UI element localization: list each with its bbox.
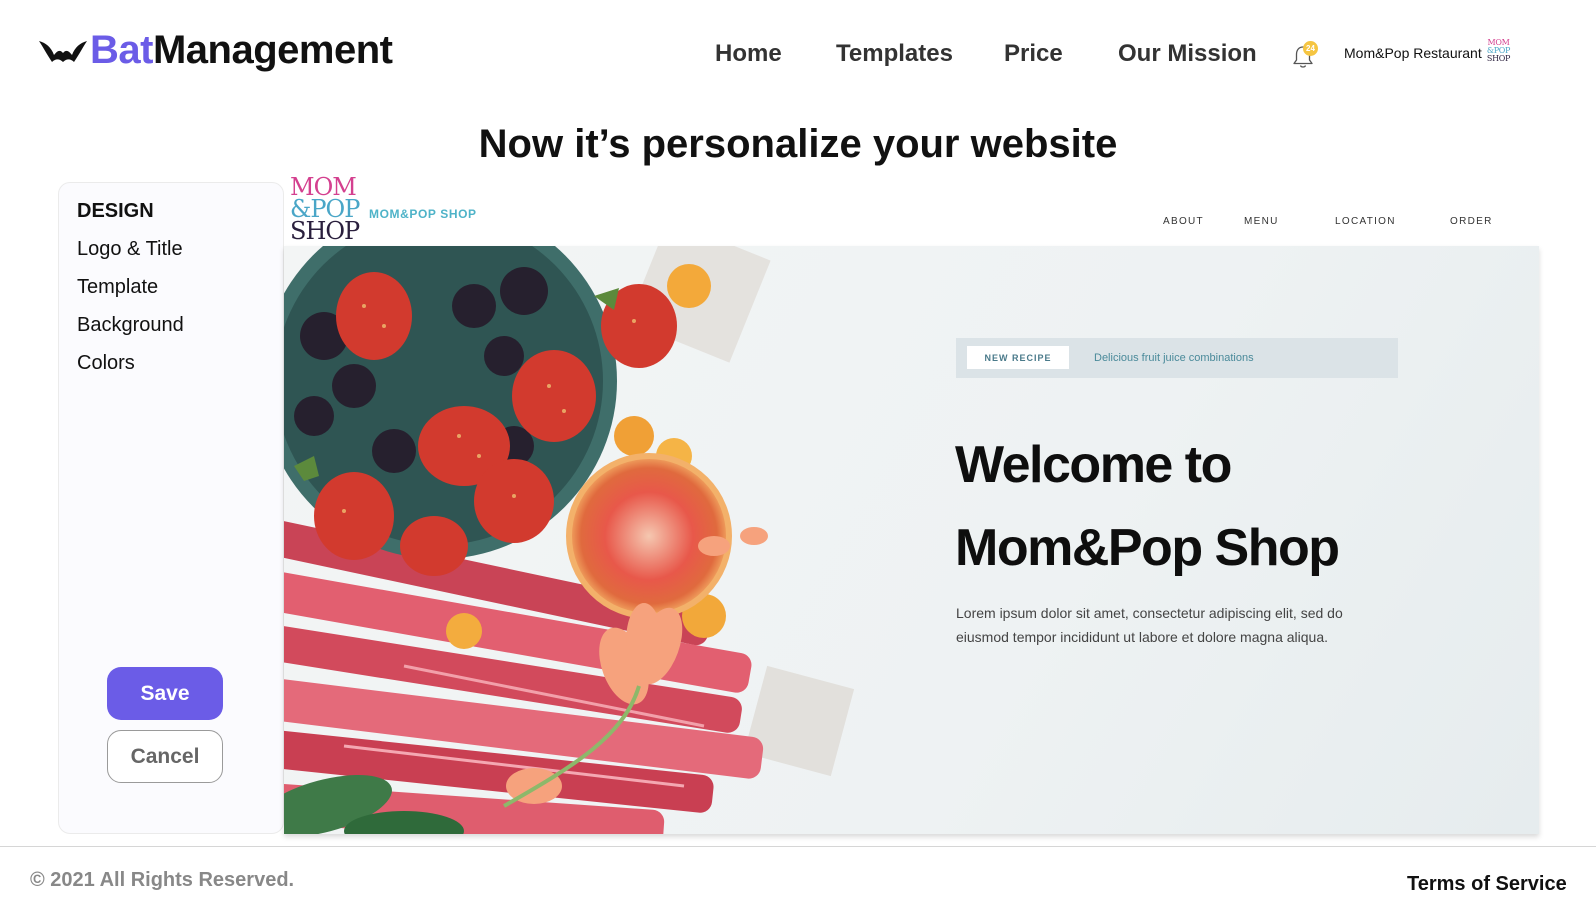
copyright-text: © 2021 All Rights Reserved. xyxy=(30,869,295,891)
page-title: Now it’s personalize your website xyxy=(478,122,1118,166)
avatar[interactable]: MOM &POP SHOP xyxy=(1484,39,1513,66)
preview-brand-name: MOM&POP SHOP xyxy=(369,207,477,221)
bat-icon xyxy=(39,41,87,62)
brand-name-part2: Management xyxy=(152,27,393,72)
sidebar-heading: DESIGN xyxy=(77,200,154,222)
recipe-banner[interactable]: NEW RECIPE Delicious fruit juice combina… xyxy=(956,338,1398,378)
avatar-line-3: SHOP xyxy=(1486,54,1511,63)
hero-fruit-image xyxy=(284,246,855,834)
recipe-banner-text: Delicious fruit juice combinations xyxy=(1094,352,1254,364)
nav-our-mission[interactable]: Our Mission xyxy=(1118,40,1257,68)
preview-nav-location[interactable]: LOCATION xyxy=(1335,216,1396,227)
hero-description: Lorem ipsum dolor sit amet, consectetur … xyxy=(956,605,1343,645)
nav-price[interactable]: Price xyxy=(1004,40,1063,68)
notification-count-badge: 24 xyxy=(1303,41,1318,56)
nav-home[interactable]: Home xyxy=(715,40,782,68)
brand-name-part1: Bat xyxy=(90,27,153,72)
brand-logo[interactable]: Bat Management xyxy=(38,26,393,74)
save-button[interactable]: Save xyxy=(107,667,223,720)
website-preview: MOM &POP SHOP MOM&POP SHOP ABOUT MENU LO… xyxy=(284,175,1539,834)
cancel-button[interactable]: Cancel xyxy=(107,730,223,783)
sidebar-item-template[interactable]: Template xyxy=(77,276,158,299)
hero-title-line-1: Welcome to xyxy=(955,436,1232,494)
sidebar-item-background[interactable]: Background xyxy=(77,314,184,337)
preview-hero: NEW RECIPE Delicious fruit juice combina… xyxy=(284,246,1539,834)
preview-nav-order[interactable]: ORDER xyxy=(1450,216,1493,227)
hero-title-line-2: Mom&Pop Shop xyxy=(955,519,1340,577)
preview-nav-about[interactable]: ABOUT xyxy=(1163,216,1204,227)
preview-nav-menu[interactable]: MENU xyxy=(1244,216,1279,227)
nav-templates[interactable]: Templates xyxy=(836,40,953,68)
footer-divider xyxy=(0,846,1596,847)
hero-title: Welcome to Mom&Pop Shop xyxy=(955,424,1475,590)
account-name[interactable]: Mom&Pop Restaurant xyxy=(1344,45,1482,61)
new-recipe-badge: NEW RECIPE xyxy=(967,346,1069,369)
design-sidebar: DESIGN Logo & Title Template Background … xyxy=(58,182,284,834)
sidebar-item-logo-title[interactable]: Logo & Title xyxy=(77,238,183,261)
preview-logo[interactable]: MOM &POP SHOP xyxy=(290,175,360,245)
preview-header: MOM &POP SHOP MOM&POP SHOP ABOUT MENU LO… xyxy=(284,175,1539,246)
sidebar-item-colors[interactable]: Colors xyxy=(77,352,135,375)
preview-logo-line-3: SHOP xyxy=(290,217,360,245)
terms-of-service-link[interactable]: Terms of Service xyxy=(1407,873,1567,896)
